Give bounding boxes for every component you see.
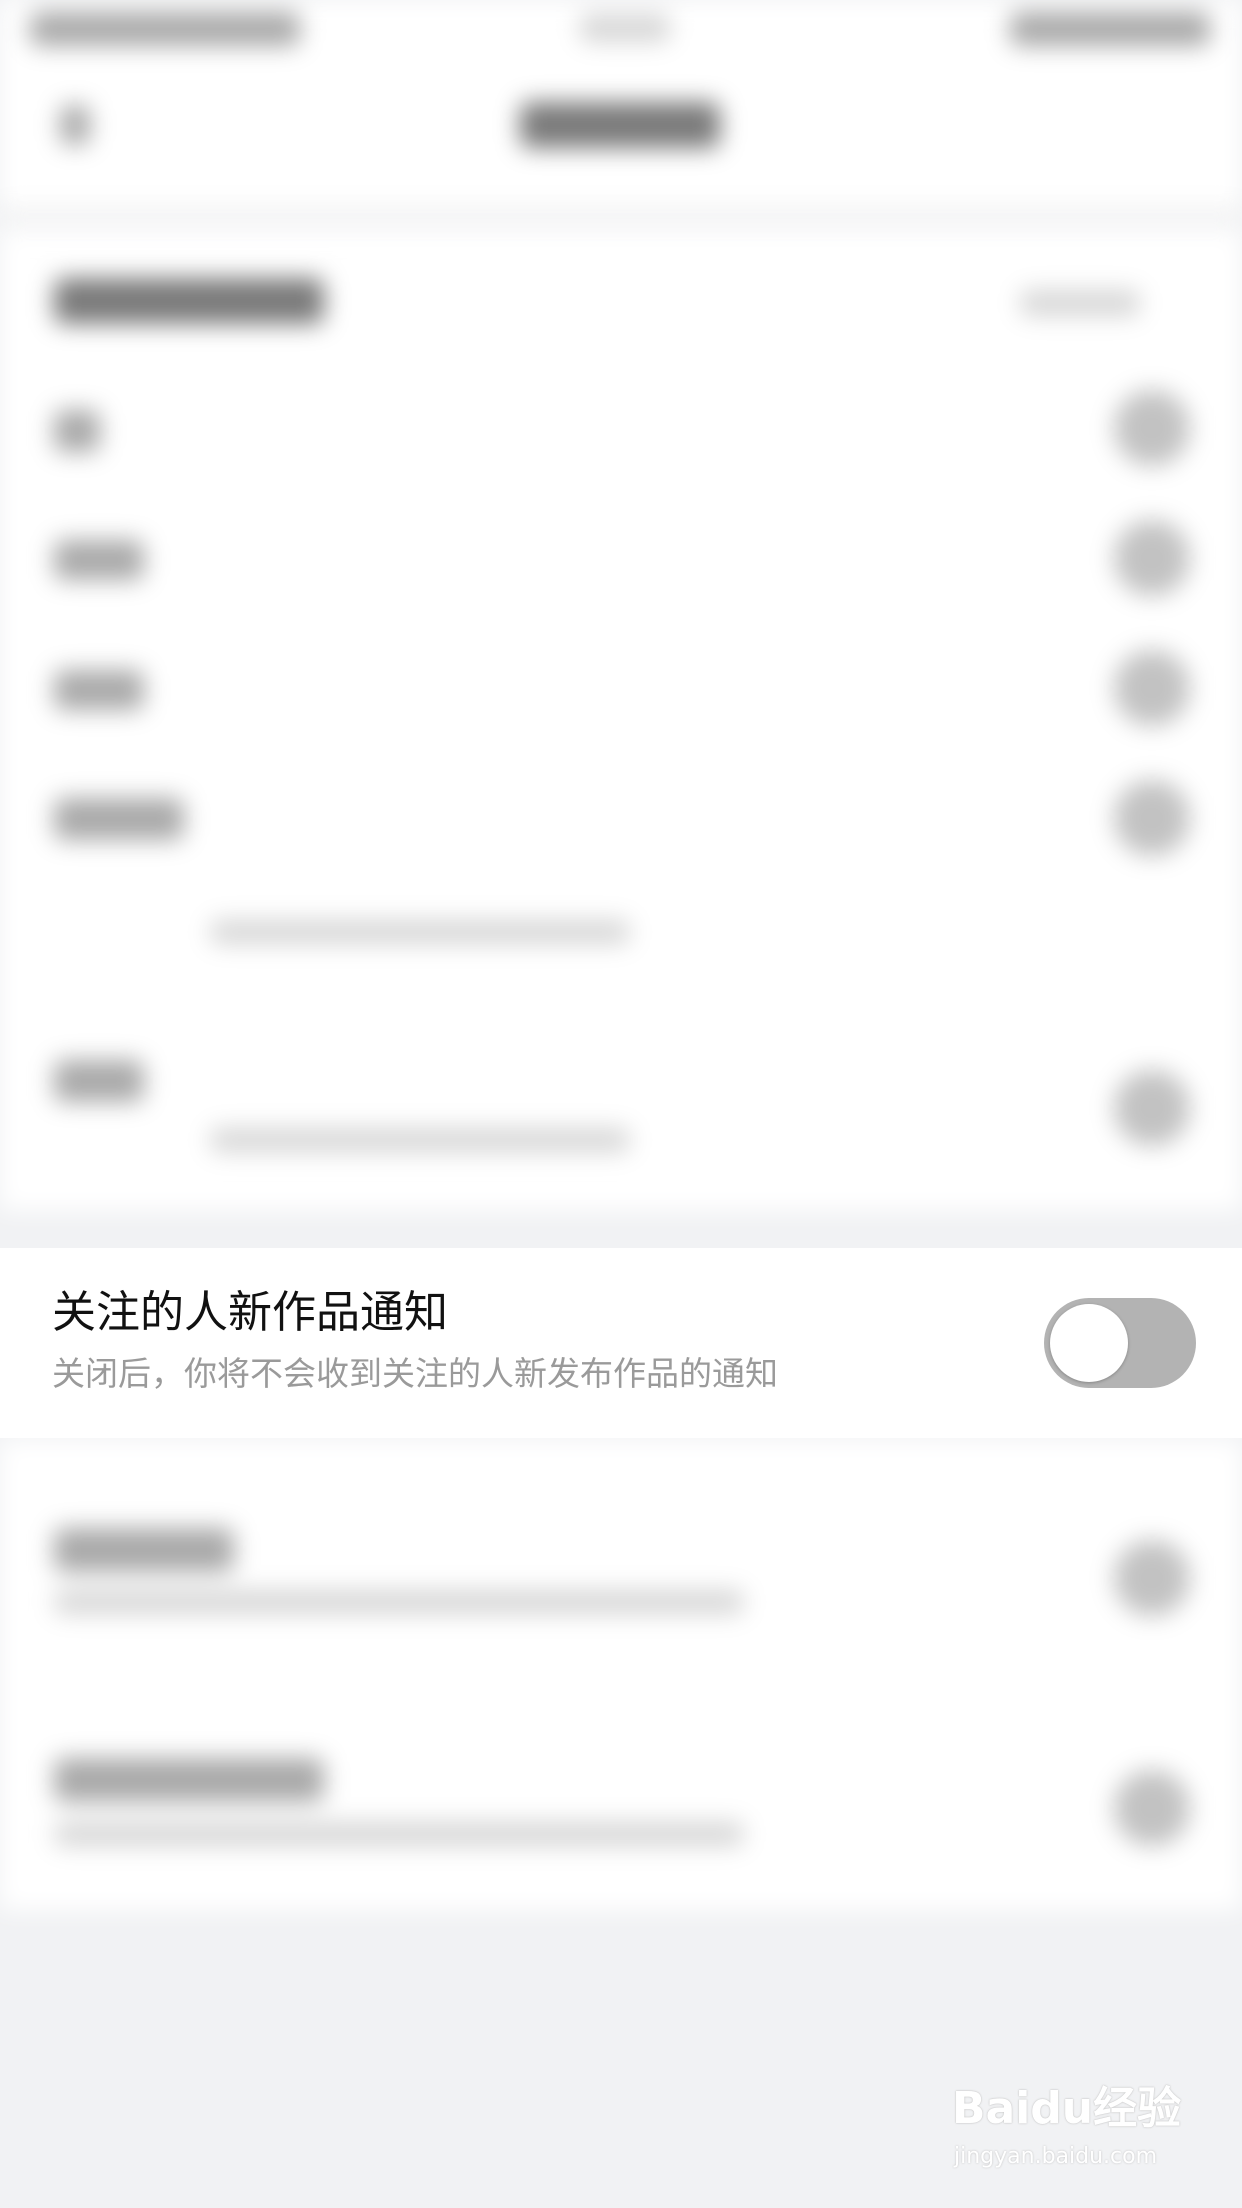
- blurred-toggle: [1114, 390, 1190, 466]
- follow-new-works-notification-row: 关注的人新作品通知 关闭后，你将不会收到关注的人新发布作品的通知: [0, 1248, 1242, 1438]
- back-icon: [60, 105, 90, 145]
- blurred-row-label: [54, 798, 184, 840]
- blurred-row-label: [54, 1528, 234, 1572]
- blurred-section-2: [0, 1440, 1242, 1910]
- blurred-page-title: [520, 102, 720, 148]
- follow-new-works-toggle[interactable]: [1044, 1298, 1196, 1388]
- blurred-row-description: [210, 920, 630, 944]
- status-bar-right: [1010, 12, 1210, 46]
- status-bar-center: [580, 14, 670, 42]
- blurred-row-description: [210, 1128, 630, 1152]
- status-bar-left: [30, 12, 300, 46]
- blurred-header: [0, 0, 1242, 220]
- baidu-jingyan-watermark: Baidu经验 jingyan.baidu.com: [952, 2072, 1192, 2182]
- blurred-toggle: [1114, 780, 1190, 856]
- blurred-row-label: [54, 670, 144, 710]
- blurred-row-description: [54, 1822, 744, 1846]
- blurred-section-1: [0, 230, 1242, 1210]
- divider: [0, 205, 1242, 219]
- toggle-knob: [1050, 1304, 1128, 1382]
- watermark-url: jingyan.baidu.com: [954, 2144, 1158, 2169]
- blurred-row-label: [54, 1060, 144, 1102]
- blurred-toggle: [1114, 1540, 1190, 1616]
- blurred-row-label: [54, 410, 100, 452]
- blurred-toggle: [1114, 520, 1190, 596]
- blurred-row-label: [54, 1758, 324, 1802]
- blurred-toggle: [1114, 1070, 1190, 1146]
- blurred-section-heading: [54, 278, 324, 324]
- setting-description: 关闭后，你将不会收到关注的人新发布作品的通知: [52, 1354, 778, 1393]
- blurred-background: [0, 0, 1242, 2208]
- setting-title: 关注的人新作品通知: [52, 1287, 448, 1338]
- watermark-logo: Baidu经验: [952, 2083, 1182, 2134]
- blurred-section-note: [1020, 290, 1140, 316]
- blurred-row-label: [54, 540, 144, 580]
- blurred-toggle: [1114, 650, 1190, 726]
- blurred-row-description: [54, 1590, 744, 1614]
- blurred-toggle: [1114, 1770, 1190, 1846]
